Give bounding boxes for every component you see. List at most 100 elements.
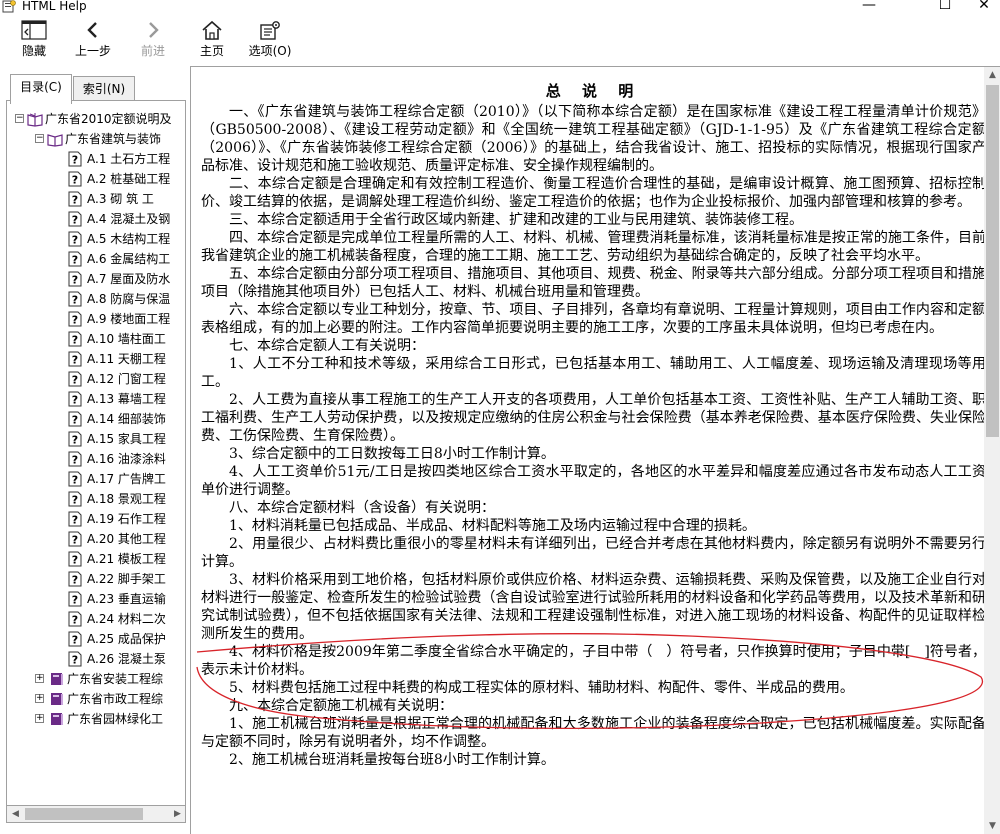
svg-text:?: ?: [72, 654, 78, 667]
home-button[interactable]: 主页: [184, 20, 240, 64]
tree-item-label: 广东省2010定额说明及: [45, 112, 172, 126]
close-button[interactable]: ✕: [968, 0, 1000, 13]
tree-item-label: A.17 广告牌工: [87, 472, 166, 486]
tree-topic-item[interactable]: ? A.23 垂直运输: [7, 589, 185, 609]
tab-contents[interactable]: 目录(C): [10, 74, 72, 104]
tree-item-label: A.14 细部装饰: [87, 412, 166, 426]
tree-topic-item[interactable]: ? A.6 金属结构工: [7, 249, 185, 269]
svg-text:?: ?: [72, 214, 78, 227]
tree-book-item[interactable]: + 广东省安装工程综: [7, 669, 185, 689]
back-label: 上一步: [74, 44, 111, 58]
tree-topic-item[interactable]: ? A.4 混凝土及钢: [7, 209, 185, 229]
scrollbar-thumb[interactable]: [25, 808, 143, 820]
svg-text:?: ?: [72, 414, 78, 427]
document-paragraph: 七、本综合定额人工有关说明：: [229, 338, 425, 354]
tree-item-label: 广东省市政工程综: [67, 692, 164, 706]
tree-book-item[interactable]: + 广东省市政工程综: [7, 689, 185, 709]
svg-text:?: ?: [72, 454, 78, 467]
help-topic-icon: ?: [68, 311, 82, 327]
options-icon: [260, 21, 280, 40]
nav-tabs: 目录(C) 索引(N): [6, 74, 186, 104]
tree-topic-item[interactable]: ? A.9 楼地面工程: [7, 309, 185, 329]
minimize-button[interactable]: —: [846, 0, 892, 13]
scroll-right-icon[interactable]: ▶: [169, 806, 186, 822]
tree-item-label: A.22 脚手架工: [87, 572, 166, 586]
tree-book-item[interactable]: + 广东省园林绿化工: [7, 709, 185, 729]
help-topic-icon: ?: [68, 531, 82, 547]
help-topic-icon: ?: [68, 631, 82, 647]
svg-text:?: ?: [72, 194, 78, 207]
tree-item-label: A.25 成品保护: [87, 632, 166, 646]
tree-item-label: 广东省安装工程综: [67, 672, 164, 686]
help-topic-icon: ?: [68, 171, 82, 187]
document-paragraph: 三、本综合定额适用于全省行政区域内新建、扩建和改建的工业与民用建筑、装饰装修工程…: [229, 212, 803, 228]
tree-topic-item[interactable]: ? A.24 材料二次: [7, 609, 185, 629]
help-topic-icon: ?: [68, 351, 82, 367]
tree-root-item[interactable]: − 广东省2010定额说明及: [7, 109, 185, 129]
scroll-down-icon[interactable]: ▼: [984, 818, 1000, 834]
tree-horizontal-scrollbar[interactable]: ◀ ▶: [6, 806, 186, 823]
options-button[interactable]: 选项(O): [240, 20, 300, 64]
tree-item-label: A.4 混凝土及钢: [87, 212, 171, 226]
tree-topic-item[interactable]: ? A.7 屋面及防水: [7, 269, 185, 289]
expand-toggle[interactable]: +: [35, 674, 44, 683]
tree-topic-item[interactable]: ? A.10 墙柱面工: [7, 329, 185, 349]
svg-text:?: ?: [72, 294, 78, 307]
tree-topic-item[interactable]: ? A.17 广告牌工: [7, 469, 185, 489]
tree-topic-item[interactable]: ? A.16 油漆涂料: [7, 449, 185, 469]
home-icon: [202, 20, 222, 40]
maximize-button[interactable]: ☐: [922, 0, 968, 13]
tree-topic-item[interactable]: ? A.15 家具工程: [7, 429, 185, 449]
scrollbar-thumb[interactable]: [986, 85, 999, 437]
scroll-up-icon[interactable]: ▲: [984, 67, 1000, 84]
tree-topic-item[interactable]: ? A.20 其他工程: [7, 529, 185, 549]
tree-item-label: 广东省园林绿化工: [67, 712, 164, 726]
help-topic-icon: ?: [68, 331, 82, 347]
tree-topic-item[interactable]: ? A.18 景观工程: [7, 489, 185, 509]
svg-text:?: ?: [72, 514, 78, 527]
tree-topic-item[interactable]: ? A.14 细部装饰: [7, 409, 185, 429]
tab-index[interactable]: 索引(N): [73, 76, 135, 102]
document-paragraph: 5、材料费包括施工过程中耗费的构成工程实体的原材料、辅助材料、构配件、零件、半成…: [229, 680, 854, 696]
navigation-pane: 目录(C) 索引(N) − 广东省2010定额说明及 − 广东省建筑与装饰 ? …: [6, 70, 186, 834]
document-vertical-scrollbar[interactable]: ▲ ▼: [984, 67, 1000, 834]
svg-text:?: ?: [72, 234, 78, 247]
help-topic-icon: ?: [68, 291, 82, 307]
back-arrow-icon: [87, 22, 97, 38]
tree-topic-item[interactable]: ? A.8 防腐与保温: [7, 289, 185, 309]
tree-topic-item[interactable]: ? A.11 天棚工程: [7, 349, 185, 369]
expand-toggle[interactable]: +: [35, 714, 44, 723]
document-paragraph: 五、本综合定额由分部分项工程项目、措施项目、其他项目、规费、税金、附录等共六部分…: [201, 266, 986, 300]
tree-topic-item[interactable]: ? A.19 石作工程: [7, 509, 185, 529]
tree-topic-item[interactable]: ? A.12 门窗工程: [7, 369, 185, 389]
tree-topic-item[interactable]: ? A.2 桩基础工程: [7, 169, 185, 189]
tree-topic-item[interactable]: ? A.3 砌 筑 工: [7, 189, 185, 209]
tree-item-label: A.19 石作工程: [87, 512, 166, 526]
tree-topic-item[interactable]: ? A.22 脚手架工: [7, 569, 185, 589]
tree-topic-item[interactable]: ? A.1 土石方工程: [7, 149, 185, 169]
tree-item-label: A.16 油漆涂料: [87, 452, 166, 466]
collapse-toggle[interactable]: −: [35, 134, 44, 143]
tree-topic-item[interactable]: ? A.25 成品保护: [7, 629, 185, 649]
forward-arrow-icon: [149, 22, 159, 38]
back-button[interactable]: 上一步: [65, 20, 121, 64]
svg-text:?: ?: [72, 634, 78, 647]
document-paragraph: 1、人工不分工种和技术等级，采用综合工日形式，已包括基本用工、辅助用工、人工幅度…: [201, 356, 986, 390]
document-paragraph: 3、材料价格采用到工地价格，包括材料原价或供应价格、材料运杂费、运输损耗费、采购…: [201, 572, 986, 642]
closed-book-icon: [51, 673, 63, 685]
tree-topic-item[interactable]: ? A.13 幕墙工程: [7, 389, 185, 409]
help-topic-icon: ?: [68, 211, 82, 227]
svg-text:?: ?: [72, 354, 78, 367]
contents-tree: − 广东省2010定额说明及 − 广东省建筑与装饰 ? A.1 土石方工程? A.2…: [6, 100, 186, 806]
collapse-toggle[interactable]: −: [15, 114, 24, 123]
forward-button[interactable]: 前进: [125, 20, 181, 64]
expand-toggle[interactable]: +: [35, 694, 44, 703]
tree-topic-item[interactable]: ? A.26 混凝土泵: [7, 649, 185, 669]
tree-topic-item[interactable]: ? A.21 模板工程: [7, 549, 185, 569]
hide-button[interactable]: 隐藏: [6, 20, 62, 64]
scroll-left-icon[interactable]: ◀: [7, 806, 24, 822]
document-paragraph: 八、本综合定额材料（含设备）有关说明：: [229, 500, 495, 516]
tree-topic-item[interactable]: ? A.5 木结构工程: [7, 229, 185, 249]
document-pane: 总 说 明 一、《广东省建筑与装饰工程综合定额（2010）》（以下简称本综合定额…: [190, 66, 1000, 834]
tree-book-item[interactable]: − 广东省建筑与装饰: [7, 129, 185, 149]
